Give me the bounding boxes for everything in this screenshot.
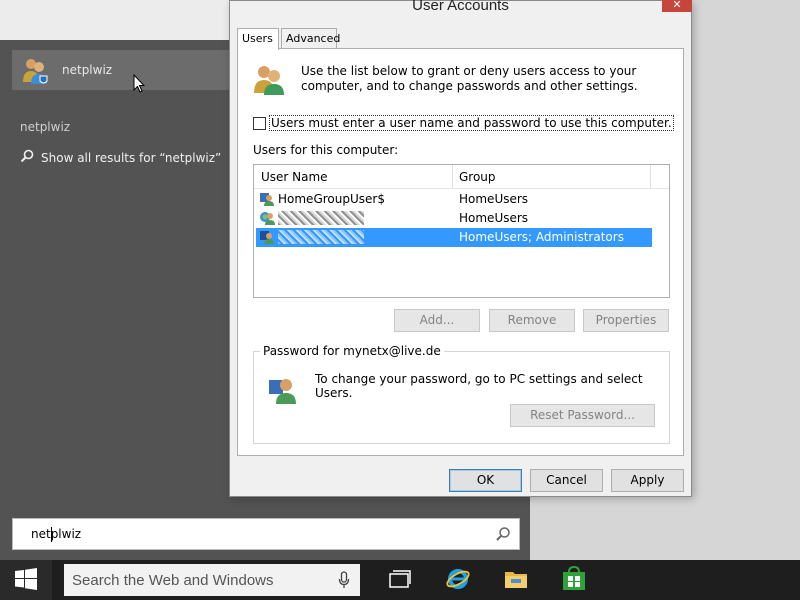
internet-explorer-icon [445, 566, 471, 595]
close-icon: ✕ [672, 0, 682, 11]
show-all-results-link[interactable]: Show all results for “netplwiz” [20, 149, 221, 166]
windows-logo-icon [14, 567, 38, 594]
obscured-user-name [278, 230, 364, 244]
intro-text: Use the list below to grant or deny user… [301, 64, 638, 93]
search-icon [20, 149, 34, 166]
mouse-pointer-icon [133, 73, 146, 97]
require-login-checkbox[interactable] [253, 116, 266, 130]
users-icon [20, 56, 50, 86]
internet-explorer-button[interactable] [438, 564, 478, 596]
user-name-cell: HomeGroupUser$ [278, 192, 385, 206]
password-group-title: Password for mynetx@live.de [260, 344, 444, 358]
users-icon [252, 63, 286, 100]
store-icon [561, 565, 587, 595]
microphone-icon[interactable] [338, 571, 350, 592]
file-explorer-button[interactable] [496, 564, 536, 596]
column-divider[interactable] [452, 165, 453, 188]
user-account-icon [259, 210, 275, 229]
search-icon[interactable] [495, 526, 511, 545]
user-group-cell: HomeUsers [459, 211, 529, 225]
users-list-view[interactable]: User Name Group HomeGroupUser$ HomeUsers… [253, 164, 670, 298]
remove-user-button[interactable]: Remove [489, 309, 575, 332]
users-list-label: Users for this computer: [253, 143, 399, 157]
cancel-button[interactable]: Cancel [530, 469, 603, 492]
table-row[interactable]: HomeGroupUser$ HomeUsers [256, 190, 652, 209]
text-caret [51, 527, 52, 542]
user-group-cell: HomeUsers [459, 192, 529, 206]
show-all-label: Show all results for “netplwiz” [41, 150, 222, 165]
column-divider[interactable] [650, 165, 651, 188]
password-group: Password for mynetx@live.de To change yo… [253, 344, 670, 444]
start-button[interactable] [0, 560, 52, 600]
best-match-result[interactable]: netplwiz [12, 50, 230, 93]
taskbar: Search the Web and Windows [0, 560, 800, 600]
file-explorer-icon [503, 567, 529, 594]
user-group-cell: HomeUsers; Administrators [459, 230, 624, 244]
task-view-icon [388, 569, 412, 592]
search-section-label: netplwiz [20, 120, 71, 134]
store-button[interactable] [554, 564, 594, 596]
require-login-option[interactable]: Users must enter a user name and passwor… [253, 115, 674, 131]
taskbar-search-box[interactable]: Search the Web and Windows [64, 564, 360, 596]
column-header-username[interactable]: User Name [261, 170, 328, 184]
table-row-selected[interactable]: HomeUsers; Administrators [256, 228, 652, 247]
ok-button[interactable]: OK [449, 469, 522, 492]
close-button[interactable]: ✕ [662, 0, 692, 12]
tab-users[interactable]: Users [237, 28, 279, 50]
add-user-button[interactable]: Add... [394, 309, 480, 332]
start-search-input[interactable]: netplwiz [12, 518, 520, 550]
apply-button[interactable]: Apply [611, 469, 684, 492]
list-header: User Name Group [254, 165, 669, 189]
user-account-icon [259, 191, 275, 210]
require-login-label[interactable]: Users must enter a user name and passwor… [269, 115, 674, 131]
dialog-title: User Accounts [412, 0, 509, 14]
reset-password-button[interactable]: Reset Password... [510, 404, 655, 427]
user-accounts-dialog: User Accounts ✕ Users Advanced Use the l… [229, 0, 692, 497]
taskbar-search-placeholder: Search the Web and Windows [72, 572, 274, 589]
user-account-icon [259, 229, 275, 248]
user-account-icon [268, 374, 300, 409]
column-header-group[interactable]: Group [459, 170, 496, 184]
search-query-text: netplwiz [31, 527, 82, 541]
obscured-user-name [278, 211, 364, 225]
table-row[interactable]: HomeUsers [256, 209, 652, 228]
properties-button[interactable]: Properties [583, 309, 669, 332]
password-info-text: To change your password, go to PC settin… [315, 372, 643, 400]
best-match-label: netplwiz [62, 63, 113, 77]
users-tab-panel: Use the list below to grant or deny user… [237, 48, 684, 456]
tab-advanced[interactable]: Advanced [281, 28, 340, 49]
task-view-button[interactable] [380, 564, 420, 596]
